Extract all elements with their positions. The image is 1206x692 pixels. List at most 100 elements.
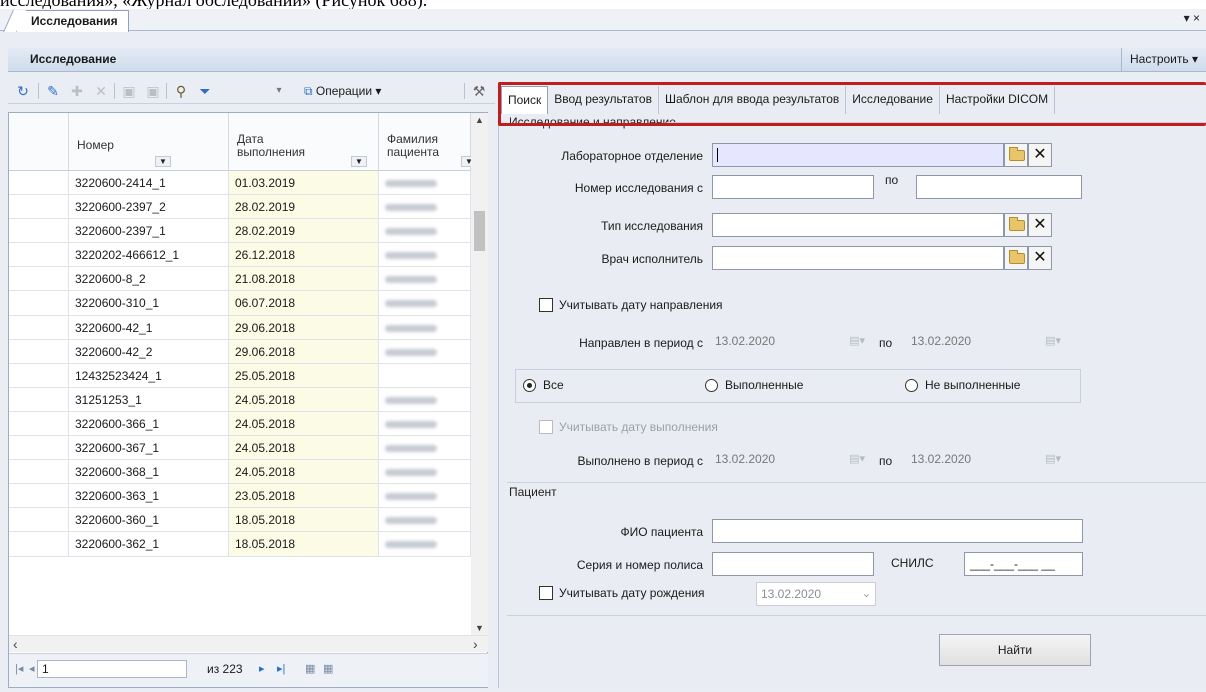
cell-date: 24.05.2018 [229, 387, 379, 411]
consider-execution-date-checkbox[interactable] [539, 420, 553, 434]
save-all-icon[interactable]: ▣ [144, 82, 162, 100]
execution-period-label: Выполнено в период с [577, 454, 703, 468]
tab-study[interactable]: Исследование [846, 86, 940, 114]
tab-dicom-settings[interactable]: Настройки DICOM [940, 86, 1056, 114]
table-row[interactable]: 3220600-8_2 21.08.2018 [9, 267, 471, 292]
edit-icon[interactable]: ✎ [44, 82, 62, 100]
tools-icon[interactable]: ⚒ [470, 82, 488, 100]
radio-done[interactable] [705, 379, 718, 392]
tab-menu-close-icon[interactable]: ▾ × [1184, 11, 1200, 25]
document-tab-label: Исследования [31, 14, 118, 28]
table-row[interactable]: 3220600-2397_2 28.02.2019 [9, 195, 471, 220]
column-header-surname[interactable]: Фамилия пациента ▼ [379, 113, 477, 171]
study-type-clear-button[interactable]: ✕ [1028, 213, 1052, 237]
study-number-from-input[interactable] [712, 175, 874, 199]
calendar-dropdown-icon[interactable]: ▤▾ [849, 330, 865, 352]
pager-action-icon[interactable]: ▦ [323, 662, 333, 675]
toolbar-separator [38, 83, 39, 99]
table-row[interactable]: 3220600-367_1 24.05.2018 [9, 436, 471, 461]
scroll-down-icon[interactable]: ▼ [471, 623, 488, 633]
scroll-up-icon[interactable]: ▲ [471, 115, 488, 125]
calendar-dropdown-icon[interactable]: ▤▾ [1045, 330, 1061, 352]
table-row[interactable]: 3220600-42_2 29.06.2018 [9, 339, 471, 364]
table-row[interactable]: 3220600-310_1 06.07.2018 [9, 291, 471, 316]
direction-from-date[interactable]: 13.02.2020 ▤▾ [710, 329, 870, 353]
execution-to-date[interactable]: 13.02.2020 ▤▾ [906, 447, 1066, 471]
doctor-input[interactable] [712, 246, 1004, 270]
calendar-dropdown-icon[interactable]: ▤▾ [1045, 448, 1061, 470]
study-type-browse-button[interactable] [1004, 213, 1028, 237]
tab-results-template[interactable]: Шаблон для ввода результатов [659, 86, 847, 114]
column-header-select[interactable] [9, 113, 69, 171]
customize-button[interactable]: Настроить ▾ [1121, 48, 1206, 71]
chevron-down-icon[interactable]: ⌄ [862, 583, 871, 605]
tab-search[interactable]: Поиск [501, 86, 549, 114]
refresh-icon[interactable]: ↻ [14, 82, 32, 100]
table-row[interactable]: 31251253_1 24.05.2018 [9, 387, 471, 412]
delete-icon[interactable]: ✕ [92, 82, 110, 100]
cell-date: 24.05.2018 [229, 460, 379, 484]
add-icon[interactable]: ✚ [68, 82, 86, 100]
policy-input[interactable] [712, 552, 874, 576]
column-filter-dropdown-icon[interactable]: ▼ [351, 156, 367, 167]
search-form: Исследование и направление Лабораторное … [507, 115, 1206, 688]
cell-number: 3220600-2397_1 [69, 219, 229, 243]
prev-page-icon[interactable]: ◂ [29, 662, 35, 675]
column-header-date[interactable]: Дата выполнения ▼ [229, 113, 379, 171]
table-row[interactable]: 3220600-360_1 18.05.2018 [9, 508, 471, 533]
study-number-to-input[interactable] [916, 175, 1082, 199]
snils-input[interactable]: ___-___-___ __ [964, 552, 1083, 576]
patient-fio-input[interactable] [712, 519, 1083, 543]
document-tab-issledovaniya[interactable]: Исследования [16, 10, 129, 32]
table-row[interactable]: 3220202-466612_1 26.12.2018 [9, 243, 471, 268]
pager-action-icon[interactable]: ▦ [305, 662, 315, 675]
direction-to-date[interactable]: 13.02.2020 ▤▾ [906, 329, 1066, 353]
consider-direction-date-checkbox[interactable] [539, 298, 553, 312]
birth-date-field[interactable]: 13.02.2020 ⌄ [756, 582, 876, 606]
study-type-input[interactable] [712, 213, 1004, 237]
scrollbar-thumb[interactable] [474, 211, 485, 251]
scroll-right-icon[interactable]: › [473, 636, 478, 652]
next-page-icon[interactable]: ▸ [259, 662, 265, 675]
table-row[interactable]: 3220600-362_1 18.05.2018 [9, 532, 471, 557]
radio-not-done[interactable] [905, 379, 918, 392]
cell-surname-blurred [379, 195, 471, 219]
last-page-icon[interactable]: ▸| [277, 662, 285, 675]
save-icon[interactable]: ▣ [120, 82, 138, 100]
operations-icon: ⧉ [304, 84, 316, 98]
column-filter-dropdown-icon[interactable]: ▼ [155, 156, 171, 167]
cell-surname-blurred [379, 363, 471, 387]
table-row[interactable]: 12432523424_1 25.05.2018 [9, 363, 471, 388]
radio-all[interactable] [523, 379, 536, 392]
scroll-left-icon[interactable]: ‹ [13, 636, 18, 652]
lab-department-clear-button[interactable]: ✕ [1028, 143, 1052, 167]
tab-results-entry[interactable]: Ввод результатов [548, 86, 659, 114]
table-row[interactable]: 3220600-2397_1 28.02.2019 [9, 219, 471, 244]
table-row[interactable]: 3220600-2414_1 01.03.2019 [9, 171, 471, 196]
table-row[interactable]: 3220600-366_1 24.05.2018 [9, 411, 471, 437]
grid-horizontal-scrollbar[interactable]: ‹ › [9, 635, 488, 652]
consider-direction-date-label: Учитывать дату направления [559, 298, 723, 312]
doctor-clear-button[interactable]: ✕ [1028, 246, 1052, 270]
small-dropdown-icon[interactable]: ▾ [270, 82, 288, 100]
filter-icon[interactable]: ⏷ [196, 82, 214, 100]
calendar-dropdown-icon[interactable]: ▤▾ [849, 448, 865, 470]
table-row[interactable]: 3220600-363_1 23.05.2018 [9, 484, 471, 509]
operations-menu[interactable]: ⧉ Операции ▾ [304, 82, 381, 100]
grid-vertical-scrollbar[interactable]: ▲ ▼ [471, 113, 488, 635]
doctor-browse-button[interactable] [1004, 246, 1028, 270]
table-row[interactable]: 3220600-42_1 29.06.2018 [9, 315, 471, 340]
find-button[interactable]: Найти [939, 634, 1091, 666]
table-row[interactable]: 3220600-368_1 24.05.2018 [9, 460, 471, 485]
execution-from-date[interactable]: 13.02.2020 ▤▾ [710, 447, 870, 471]
lab-department-input[interactable] [712, 143, 1004, 167]
cell-number: 3220202-466612_1 [69, 243, 229, 267]
grid-toolbar: ↻ ✎ ✚ ✕ ▣ ▣ ⚲ ⏷ ▾ ⧉ Операции ▾ ⚒ [8, 76, 495, 104]
first-page-icon[interactable]: |◂ [15, 662, 23, 675]
column-header-number[interactable]: Номер ▼ [69, 113, 229, 171]
consider-birth-date-checkbox[interactable] [539, 586, 553, 600]
binoculars-icon[interactable]: ⚲ [172, 82, 190, 100]
page-number-input[interactable]: 1 [37, 660, 187, 678]
cell-surname-blurred [379, 484, 471, 508]
lab-department-browse-button[interactable] [1004, 143, 1028, 167]
